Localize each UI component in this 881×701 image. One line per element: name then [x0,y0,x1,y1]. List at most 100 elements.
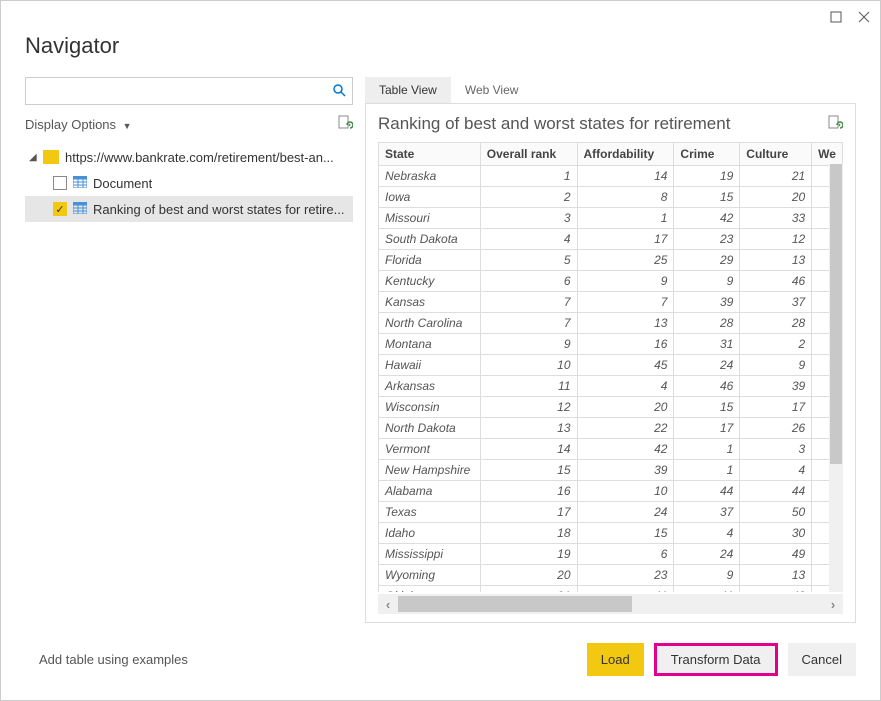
table-cell: 3 [480,208,577,229]
table-row[interactable]: Wisconsin12201517 [379,397,843,418]
checkbox-checked[interactable] [53,202,67,216]
tree-item-label: Document [93,176,152,191]
table-row[interactable]: Nebraska1141921 [379,166,843,187]
maximize-button[interactable] [828,9,844,25]
table-cell: 39 [740,376,812,397]
table-cell: 23 [674,229,740,250]
refresh-preview-icon[interactable] [827,115,843,134]
tab-web-view[interactable]: Web View [451,77,533,103]
table-row[interactable]: South Dakota4172312 [379,229,843,250]
left-panel: Display Options ▼ ◢ https://www.bankrate… [25,77,353,623]
table-cell: 5 [480,250,577,271]
table-cell: Texas [379,502,481,523]
table-row[interactable]: North Carolina7132828 [379,313,843,334]
table-cell: 17 [740,397,812,418]
table-cell: 44 [674,481,740,502]
table-cell: 20 [480,565,577,586]
table-row[interactable]: New Hampshire153914 [379,460,843,481]
checkbox[interactable] [53,176,67,190]
tab-table-view[interactable]: Table View [365,77,451,103]
table-row[interactable]: Mississippi1962449 [379,544,843,565]
tree-root-label: https://www.bankrate.com/retirement/best… [65,150,334,165]
horizontal-scrollbar[interactable]: ‹ › [378,594,843,614]
transform-data-button[interactable]: Transform Data [654,643,778,676]
column-header[interactable]: We [812,143,843,166]
table-cell: 29 [674,250,740,271]
cancel-button[interactable]: Cancel [788,643,856,676]
table-cell: 20 [740,187,812,208]
table-cell: 42 [577,439,674,460]
search-box[interactable] [25,77,353,105]
table-cell: 15 [674,187,740,208]
tree-item-label: Ranking of best and worst states for ret… [93,202,344,217]
table-cell: 9 [577,271,674,292]
table-cell: Missouri [379,208,481,229]
add-table-button[interactable]: Add table using examples [25,646,202,673]
table-cell: 21 [480,586,577,593]
table-scroll: StateOverall rankAffordabilityCrimeCultu… [378,142,843,592]
table-cell: 17 [674,418,740,439]
table-cell: 6 [480,271,577,292]
table-row[interactable]: Wyoming2023913 [379,565,843,586]
table-cell: 10 [577,481,674,502]
table-cell: Arkansas [379,376,481,397]
close-button[interactable] [856,9,872,25]
table-cell: 37 [740,292,812,313]
tree-item-document[interactable]: Document [25,170,353,196]
table-cell: 4 [480,229,577,250]
table-cell: 21 [740,166,812,187]
table-cell: Alabama [379,481,481,502]
table-row[interactable]: Oklahoma21114143 [379,586,843,593]
tree-root[interactable]: ◢ https://www.bankrate.com/retirement/be… [25,144,353,170]
scrollbar-thumb[interactable] [830,164,842,464]
table-cell: Iowa [379,187,481,208]
scrollbar-thumb[interactable] [398,596,632,612]
table-row[interactable]: Texas17243750 [379,502,843,523]
table-row[interactable]: Idaho1815430 [379,523,843,544]
table-cell: 12 [740,229,812,250]
column-header[interactable]: State [379,143,481,166]
vertical-scrollbar[interactable] [829,164,843,592]
table-row[interactable]: Montana916312 [379,334,843,355]
table-cell: 16 [480,481,577,502]
table-row[interactable]: Florida5252913 [379,250,843,271]
folder-icon [43,150,59,164]
table-cell: 39 [674,292,740,313]
table-row[interactable]: Iowa281520 [379,187,843,208]
table-row[interactable]: Arkansas1144639 [379,376,843,397]
table-cell: Florida [379,250,481,271]
refresh-icon[interactable] [337,115,353,134]
table-cell: 7 [480,292,577,313]
table-cell: 50 [740,502,812,523]
table-row[interactable]: Kansas773937 [379,292,843,313]
column-header[interactable]: Crime [674,143,740,166]
table-row[interactable]: Alabama16104444 [379,481,843,502]
table-row[interactable]: Kentucky69946 [379,271,843,292]
table-cell: North Carolina [379,313,481,334]
search-input[interactable] [32,84,332,99]
display-options-label: Display Options [25,117,116,132]
table-row[interactable]: North Dakota13221726 [379,418,843,439]
table-icon [73,202,87,217]
table-row[interactable]: Hawaii1045249 [379,355,843,376]
table-cell: 46 [740,271,812,292]
scroll-right-arrow[interactable]: › [823,597,843,612]
column-header[interactable]: Culture [740,143,812,166]
table-cell: 10 [480,355,577,376]
scroll-left-arrow[interactable]: ‹ [378,597,398,612]
collapse-icon[interactable]: ◢ [29,152,43,163]
table-cell: 17 [480,502,577,523]
column-header[interactable]: Affordability [577,143,674,166]
table-icon [73,176,87,191]
display-options-dropdown[interactable]: Display Options ▼ [25,117,132,132]
table-cell: 19 [674,166,740,187]
load-button[interactable]: Load [587,643,644,676]
table-cell: Hawaii [379,355,481,376]
tree-item-ranking[interactable]: Ranking of best and worst states for ret… [25,196,353,222]
table-row[interactable]: Vermont144213 [379,439,843,460]
table-row[interactable]: Missouri314233 [379,208,843,229]
table-cell: Kentucky [379,271,481,292]
table-cell: 9 [674,565,740,586]
table-cell: 43 [740,586,812,593]
column-header[interactable]: Overall rank [480,143,577,166]
